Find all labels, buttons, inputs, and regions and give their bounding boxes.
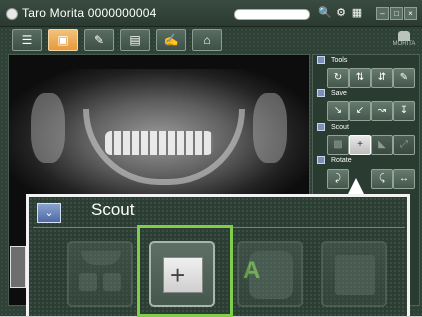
- patient-title: Taro Morita 0000000004: [22, 6, 157, 20]
- collapse-toggle-icon: [317, 56, 325, 65]
- report-edit-icon: ✍: [163, 33, 179, 47]
- reset-button[interactable]: ↻: [327, 68, 349, 88]
- app-icon: [6, 8, 18, 20]
- image-view-button[interactable]: ▣: [48, 29, 78, 51]
- tool-3-button[interactable]: ⇵: [371, 68, 393, 88]
- scout-add-button[interactable]: +: [349, 135, 371, 155]
- scout-title: Scout: [91, 200, 135, 219]
- scout-region-button[interactable]: ◣: [371, 135, 393, 155]
- scout-expand-button[interactable]: ⤢: [393, 135, 415, 155]
- save-section-header[interactable]: Save: [317, 89, 347, 99]
- flip-horizontal-icon: ↔: [399, 173, 409, 184]
- flip-horizontal-button[interactable]: ↔: [393, 169, 415, 189]
- rotate-label: Rotate: [331, 157, 352, 164]
- section-collapse-button[interactable]: ⌄: [37, 203, 61, 223]
- collapse-toggle-icon: [317, 123, 325, 132]
- xray-unit-button[interactable]: ▤: [120, 29, 150, 51]
- home-button[interactable]: ⌂: [192, 29, 222, 51]
- grid-icon[interactable]: ▦: [350, 6, 364, 20]
- expand-icon: [335, 255, 375, 295]
- tool-4-button[interactable]: ✎: [393, 68, 415, 88]
- title-bar: Taro Morita 0000000004 🔍 ⚙ ▦ – □ ×: [0, 0, 422, 27]
- search-icon[interactable]: 🔍: [318, 6, 332, 20]
- save-label: Save: [331, 90, 347, 97]
- rotate-left-button[interactable]: ⤹: [371, 169, 393, 189]
- chevron-down-icon: ⌄: [44, 207, 54, 219]
- scout-bite-button[interactable]: ▩: [327, 135, 349, 155]
- scout-region-large-button[interactable]: [237, 241, 303, 307]
- image-tools-button[interactable]: ✎: [84, 29, 114, 51]
- region-icon: ◣: [378, 139, 386, 150]
- plus-right-icon: [103, 273, 121, 291]
- plus-left-icon: [79, 273, 97, 291]
- app-window: Taro Morita 0000000004 🔍 ⚙ ▦ – □ × ☰ ▣ ✎…: [0, 0, 422, 317]
- save-1-button[interactable]: ↘: [327, 101, 349, 121]
- panoramic-xray-image: [9, 69, 309, 209]
- image-view-icon: ▣: [57, 33, 69, 47]
- logo-text: MORITA: [392, 41, 416, 47]
- save-1-icon: ↘: [333, 105, 343, 116]
- selection-highlight: [137, 225, 233, 317]
- callout-pointer: [348, 178, 364, 194]
- left-condyle-shape: [31, 93, 65, 163]
- rotate-right-button[interactable]: ⤸: [327, 169, 349, 189]
- home-icon: ⌂: [203, 33, 211, 47]
- report-edit-button[interactable]: ✍: [156, 29, 186, 51]
- scout-expand-large-button[interactable]: [321, 241, 387, 307]
- reset-icon: ↻: [333, 72, 343, 83]
- expand-icon: ⤢: [400, 139, 408, 150]
- right-condyle-shape: [253, 93, 287, 163]
- save-3-icon: ↝: [377, 105, 387, 116]
- plus-square-icon: +: [357, 139, 363, 150]
- close-button[interactable]: ×: [404, 7, 417, 20]
- minimize-button[interactable]: –: [376, 7, 389, 20]
- main-toolbar: ☰ ▣ ✎ ▤ ✍ ⌂ MORITA: [0, 27, 422, 53]
- bite-block-icon: ▩: [333, 139, 343, 150]
- tools-label: Tools: [331, 57, 348, 64]
- scout-zoom-callout: ⌄ Scout + A: [26, 194, 410, 317]
- xray-unit-icon: ▤: [129, 33, 141, 47]
- tool-3-icon: ⇵: [377, 72, 387, 83]
- maximize-button[interactable]: □: [390, 7, 403, 20]
- teeth-shape: [105, 131, 213, 155]
- save-2-icon: ↙: [355, 105, 365, 116]
- image-tools-icon: ✎: [93, 33, 105, 47]
- patient-list-icon: ☰: [21, 33, 33, 47]
- region-icon: [249, 251, 293, 299]
- logo-mark-icon: [398, 31, 410, 41]
- save-2-button[interactable]: ↙: [349, 101, 371, 121]
- collapse-toggle-icon: [317, 156, 325, 165]
- tool-4-icon: ✎: [399, 72, 409, 83]
- collapse-toggle-icon: [317, 89, 325, 98]
- bite-block-icon: [81, 251, 121, 265]
- rotate-right-icon: ⤸: [335, 173, 341, 184]
- scout-section-header[interactable]: Scout: [317, 123, 349, 133]
- settings-icon[interactable]: ⚙: [334, 6, 348, 20]
- patient-list-button[interactable]: ☰: [12, 29, 42, 51]
- tool-2-button[interactable]: ⇅: [349, 68, 371, 88]
- rotate-left-icon: ⤹: [379, 173, 385, 184]
- save-3-button[interactable]: ↝: [371, 101, 393, 121]
- rotate-section-header[interactable]: Rotate: [317, 156, 352, 166]
- search-input[interactable]: [234, 9, 310, 20]
- save-4-icon: ↧: [399, 105, 409, 116]
- scout-label: Scout: [331, 124, 349, 131]
- tools-section-header[interactable]: Tools: [317, 56, 347, 66]
- scout-bite-large-button[interactable]: [67, 241, 133, 307]
- save-4-button[interactable]: ↧: [393, 101, 415, 121]
- tool-2-icon: ⇅: [355, 72, 365, 83]
- morita-logo: MORITA: [390, 31, 418, 49]
- image-thumbnail[interactable]: [10, 246, 26, 288]
